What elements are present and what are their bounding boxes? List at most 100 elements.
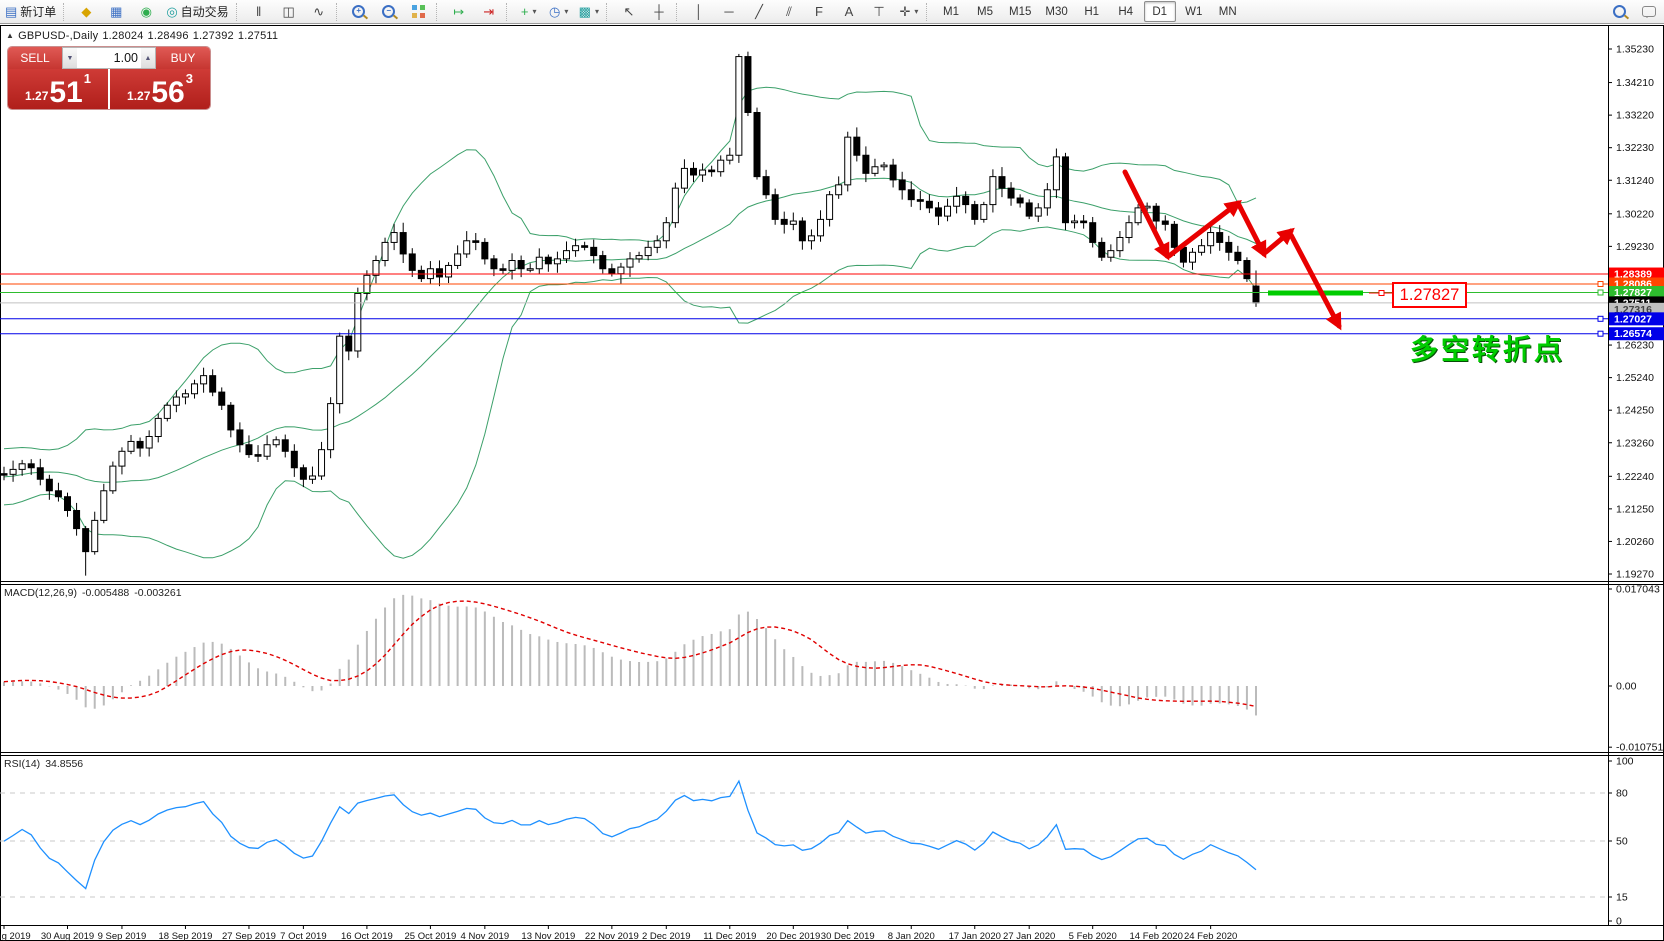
- trendline-button[interactable]: ╱: [745, 1, 773, 22]
- svg-text:1.20260: 1.20260: [1616, 536, 1654, 548]
- periods-button[interactable]: ◷▾: [545, 1, 573, 22]
- svg-text:100: 100: [1616, 756, 1634, 768]
- doc-icon: ▤: [5, 5, 17, 18]
- sell-button[interactable]: SELL: [8, 47, 62, 69]
- svg-text:22 Nov 2019: 22 Nov 2019: [585, 931, 639, 941]
- price-callout-label[interactable]: 1.27827: [1392, 282, 1467, 308]
- price-tags: 1.283891.280861.278271.275111.273161.270…: [1609, 268, 1664, 341]
- candle: [1, 474, 7, 476]
- line-handle[interactable]: [1598, 331, 1603, 336]
- line-handle[interactable]: [1598, 282, 1603, 287]
- vline-button[interactable]: │: [685, 1, 713, 22]
- chart-shift-button[interactable]: ⇥: [475, 1, 503, 22]
- candle: [582, 246, 588, 248]
- candle: [119, 451, 125, 466]
- tf-d1-button[interactable]: D1: [1144, 1, 1176, 22]
- textA-icon: A: [845, 5, 854, 18]
- collapse-triangle-icon[interactable]: ▲: [6, 31, 14, 40]
- svg-text:30 Dec 2019: 30 Dec 2019: [821, 931, 875, 941]
- candle: [799, 221, 805, 241]
- fibonacci-button[interactable]: F: [805, 1, 833, 22]
- candle: [1099, 242, 1105, 257]
- chat-button[interactable]: [1635, 1, 1663, 22]
- toolbar-separator: [676, 3, 682, 21]
- candle: [899, 180, 905, 190]
- tf-h4-button[interactable]: H4: [1110, 1, 1142, 22]
- svg-text:11 Dec 2019: 11 Dec 2019: [703, 931, 756, 941]
- candle: [518, 261, 524, 269]
- support-segment[interactable]: [1268, 291, 1363, 296]
- candles-icon: ◫: [283, 5, 295, 18]
- candle-chart-button[interactable]: ◫: [275, 1, 303, 22]
- fibo-icon: F: [815, 5, 823, 18]
- candle: [709, 170, 715, 172]
- buy-price-button[interactable]: 1.27563: [110, 69, 210, 109]
- svg-text:17 Jan 2020: 17 Jan 2020: [949, 931, 1001, 941]
- sell-price-prefix: 1.27: [25, 89, 48, 103]
- templates-button[interactable]: ▩▾: [575, 1, 603, 22]
- sell-price-big: 51: [49, 80, 82, 106]
- arrows-button[interactable]: ✛▾: [895, 1, 923, 22]
- tf-h1-button[interactable]: H1: [1076, 1, 1108, 22]
- svg-text:50: 50: [1616, 836, 1628, 848]
- buy-button[interactable]: BUY: [156, 47, 210, 69]
- callout-anchor-handle[interactable]: [1379, 291, 1384, 296]
- volume-decrease-button[interactable]: ▼: [63, 48, 77, 68]
- tf-m30-button[interactable]: M30: [1039, 1, 1073, 22]
- candle: [110, 466, 116, 491]
- candle: [1226, 242, 1232, 252]
- volume-control: ▼ 1.00 ▲: [62, 47, 156, 69]
- volume-input[interactable]: 1.00: [77, 51, 141, 65]
- tile-windows-button[interactable]: [405, 1, 433, 22]
- cursor-button[interactable]: ↖: [615, 1, 643, 22]
- favorites-button[interactable]: ◆: [72, 1, 100, 22]
- candle: [1053, 157, 1059, 190]
- candle: [273, 440, 279, 445]
- svg-text:1.26574: 1.26574: [1614, 328, 1652, 340]
- new-order-button[interactable]: ▤新订单: [1, 1, 60, 22]
- candle: [781, 219, 787, 224]
- tf-mn-button[interactable]: MN: [1212, 1, 1244, 22]
- chevron-down-icon: ▾: [914, 7, 918, 16]
- chart-canvas[interactable]: 1.352301.342101.332201.322301.312401.302…: [0, 0, 1664, 941]
- candle: [681, 168, 687, 188]
- search-button[interactable]: [1605, 1, 1633, 22]
- signals-button[interactable]: ◉: [132, 1, 160, 22]
- hline-button[interactable]: ─: [715, 1, 743, 22]
- tf-w1-button[interactable]: W1: [1178, 1, 1210, 22]
- line-handle[interactable]: [1598, 290, 1603, 295]
- tf-m15-button[interactable]: M15: [1003, 1, 1037, 22]
- indicators-button[interactable]: +▾: [515, 1, 543, 22]
- candle: [237, 430, 243, 445]
- profiles-button[interactable]: ▦: [102, 1, 130, 22]
- candle: [1117, 237, 1123, 250]
- crosshair-button[interactable]: ┼: [645, 1, 673, 22]
- zoomout-icon: −: [382, 5, 395, 18]
- svg-text:1.32230: 1.32230: [1616, 142, 1654, 154]
- zoom-in-button[interactable]: +: [345, 1, 373, 22]
- candle: [818, 219, 824, 235]
- bar-chart-button[interactable]: ‖: [245, 1, 273, 22]
- low-value: 1.27392: [193, 30, 234, 42]
- candle: [309, 476, 315, 479]
- text-button[interactable]: A: [835, 1, 863, 22]
- sell-price-button[interactable]: 1.27511: [8, 69, 108, 109]
- chevron-down-icon: ▾: [564, 7, 568, 16]
- tf-m5-button[interactable]: M5: [969, 1, 1001, 22]
- candle: [863, 155, 869, 173]
- chart-ohlc-header: ▲GBPUSD-,Daily1.280241.284961.273921.275…: [6, 30, 282, 42]
- line-chart-button[interactable]: ∿: [305, 1, 333, 22]
- svg-text:0.00: 0.00: [1616, 681, 1637, 693]
- svg-text:27 Sep 2019: 27 Sep 2019: [222, 931, 276, 941]
- tf-m1-button[interactable]: M1: [935, 1, 967, 22]
- auto-scroll-button[interactable]: ↦: [445, 1, 473, 22]
- auto-trading-button[interactable]: ◎自动交易: [162, 1, 232, 22]
- zoom-out-button[interactable]: −: [375, 1, 403, 22]
- candle: [1072, 221, 1078, 223]
- line-handle[interactable]: [1598, 316, 1603, 321]
- candle: [1189, 252, 1195, 262]
- toolbar-separator: [606, 3, 612, 21]
- channel-button[interactable]: ⫽: [775, 1, 803, 22]
- label-button[interactable]: ⊤: [865, 1, 893, 22]
- volume-increase-button[interactable]: ▲: [141, 48, 155, 68]
